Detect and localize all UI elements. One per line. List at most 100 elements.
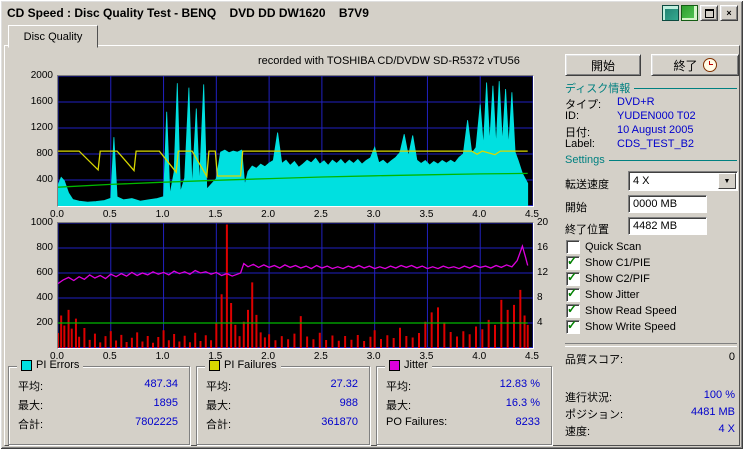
checkbox-icon[interactable]: ✓ xyxy=(566,286,580,302)
axis-tick-label: 1.5 xyxy=(208,209,223,220)
checkbox-icon[interactable]: ✓ xyxy=(566,318,580,334)
stat-label: 最大: xyxy=(386,400,412,412)
axis-tick-label: 2.5 xyxy=(313,351,328,362)
checkbox-show-write-speed[interactable]: ✓ Show Write Speed xyxy=(566,318,676,334)
axis-tick-label: 1000 xyxy=(30,217,53,228)
transfer-speed-label: 転送速度 xyxy=(565,179,609,191)
axis-tick-label: 0.5 xyxy=(102,209,117,220)
axis-tick-label: 600 xyxy=(36,267,53,278)
stat-value: 361870 xyxy=(321,416,358,428)
title-bar-buttons: × xyxy=(662,5,738,21)
axis-tick-label: 4.0 xyxy=(472,351,487,362)
axis-tick-label: 2.5 xyxy=(313,209,328,220)
disc-type-value: DVD+R xyxy=(617,96,655,108)
speed-select-value: 4 X xyxy=(633,175,650,187)
stat-label: 平均: xyxy=(18,381,44,393)
stat-value: 1895 xyxy=(153,397,178,409)
checkbox-show-read-speed[interactable]: ✓ Show Read Speed xyxy=(566,302,677,318)
stop-button[interactable]: 終了 xyxy=(651,54,739,76)
pif-failures-chart xyxy=(57,222,534,349)
stat-label: PO Failures: xyxy=(386,416,448,428)
axis-tick-label: 2.0 xyxy=(261,351,276,362)
axis-tick-label: 400 xyxy=(36,292,53,303)
progress-value: 100 % xyxy=(703,389,735,401)
end-position-value: 4482 MB xyxy=(633,220,678,232)
jitter-legend-swatch xyxy=(389,359,400,371)
close-button[interactable]: × xyxy=(720,5,738,21)
chart-icon-button-2[interactable] xyxy=(681,5,698,21)
axis-tick-label: 0.5 xyxy=(102,351,117,362)
chevron-down-icon[interactable]: ▼ xyxy=(718,173,736,189)
end-position-input[interactable]: 4482 MB xyxy=(628,217,707,235)
progress-label: 進行状況: xyxy=(565,392,613,404)
start-position-value: 0000 MB xyxy=(633,198,678,210)
pie-legend-swatch xyxy=(21,359,32,371)
stat-value: 487.34 xyxy=(144,378,178,390)
quality-score-value: 0 xyxy=(728,351,735,363)
stat-value: 27.32 xyxy=(330,378,358,390)
disc-id-label: ID: xyxy=(565,110,580,122)
speed-value: 4 X xyxy=(718,423,735,435)
speed-label: 速度: xyxy=(565,426,591,438)
separator-line xyxy=(565,343,737,347)
close-icon: × xyxy=(726,8,732,18)
restore-button[interactable] xyxy=(700,5,718,21)
stat-label: 平均: xyxy=(386,381,412,393)
start-button[interactable]: 開始 xyxy=(565,54,641,76)
checkbox-icon[interactable]: ✓ xyxy=(566,302,580,318)
axis-tick-label: 4.0 xyxy=(472,209,487,220)
quality-score-label: 品質スコア: xyxy=(565,354,624,366)
axis-tick-label: 4.5 xyxy=(525,351,539,362)
stat-value: 8233 xyxy=(515,416,540,428)
restore-icon xyxy=(704,8,714,18)
disc-label-value: CDS_TEST_B2 xyxy=(617,138,695,150)
axis-tick-label: 1600 xyxy=(30,96,53,107)
disc-date-value: 10 August 2005 xyxy=(617,124,694,136)
checkbox-label: Quick Scan xyxy=(585,241,642,253)
checkbox-show-jitter[interactable]: ✓ Show Jitter xyxy=(566,286,640,302)
checkbox-icon[interactable]: ✓ xyxy=(566,240,580,254)
checkbox-label: Show Jitter xyxy=(585,289,640,301)
stat-value: 7802225 xyxy=(135,416,178,428)
axis-tick-label: 1.0 xyxy=(155,351,170,362)
position-label: ポジション: xyxy=(565,409,624,421)
settings-header: Settings xyxy=(565,154,737,166)
axis-tick-label: 4 xyxy=(537,317,543,328)
start-position-input[interactable]: 0000 MB xyxy=(628,195,707,213)
stat-label: 合計: xyxy=(206,419,232,431)
axis-tick-label: 20 xyxy=(537,217,549,228)
axis-tick-label: 3.5 xyxy=(419,209,434,220)
axis-tick-label: 16 xyxy=(537,242,549,253)
disc-info-header: ディスク情報 xyxy=(565,80,737,96)
axis-tick-label: 0.0 xyxy=(50,351,64,362)
tab-disc-quality[interactable]: Disc Quality xyxy=(8,25,98,48)
axis-tick-label: 800 xyxy=(36,148,53,159)
window-title: CD Speed : Disc Quality Test - BENQ DVD … xyxy=(7,5,369,20)
tab-label: Disc Quality xyxy=(23,30,83,43)
checkbox-icon[interactable]: ✓ xyxy=(566,270,580,286)
stat-value: 12.83 % xyxy=(499,378,540,390)
checkbox-show-c2-pif[interactable]: ✓ Show C2/PIF xyxy=(566,270,650,286)
axis-tick-label: 2000 xyxy=(30,70,53,81)
stat-label: 平均: xyxy=(206,381,232,393)
checkbox-quick-scan[interactable]: ✓ Quick Scan xyxy=(566,240,641,254)
checkbox-show-c1-pie[interactable]: ✓ Show C1/PIE xyxy=(566,254,651,270)
disc-id-value: YUDEN000 T02 xyxy=(617,110,696,122)
checkbox-label: Show C1/PIE xyxy=(585,257,651,269)
axis-tick-label: 3.0 xyxy=(366,351,381,362)
chart-icon-button-1[interactable] xyxy=(662,5,679,21)
recorded-with-caption: recorded with TOSHIBA CD/DVDW SD-R5372 v… xyxy=(258,55,520,67)
axis-tick-label: 2.0 xyxy=(261,209,276,220)
speed-select[interactable]: 4 X ▼ xyxy=(628,171,738,191)
axis-tick-label: 8 xyxy=(537,292,543,303)
axis-tick-label: 400 xyxy=(36,174,53,185)
chart-canvas xyxy=(57,222,534,348)
stat-value: 16.3 % xyxy=(505,397,540,409)
checkbox-icon[interactable]: ✓ xyxy=(566,254,580,270)
axis-tick-label: 12 xyxy=(537,267,549,278)
title-bar[interactable]: CD Speed : Disc Quality Test - BENQ DVD … xyxy=(3,3,740,22)
axis-tick-label: 1.0 xyxy=(155,209,170,220)
stop-button-label: 終了 xyxy=(673,58,698,73)
checkbox-label: Show Write Speed xyxy=(585,321,676,333)
axis-tick-label: 3.0 xyxy=(366,209,381,220)
